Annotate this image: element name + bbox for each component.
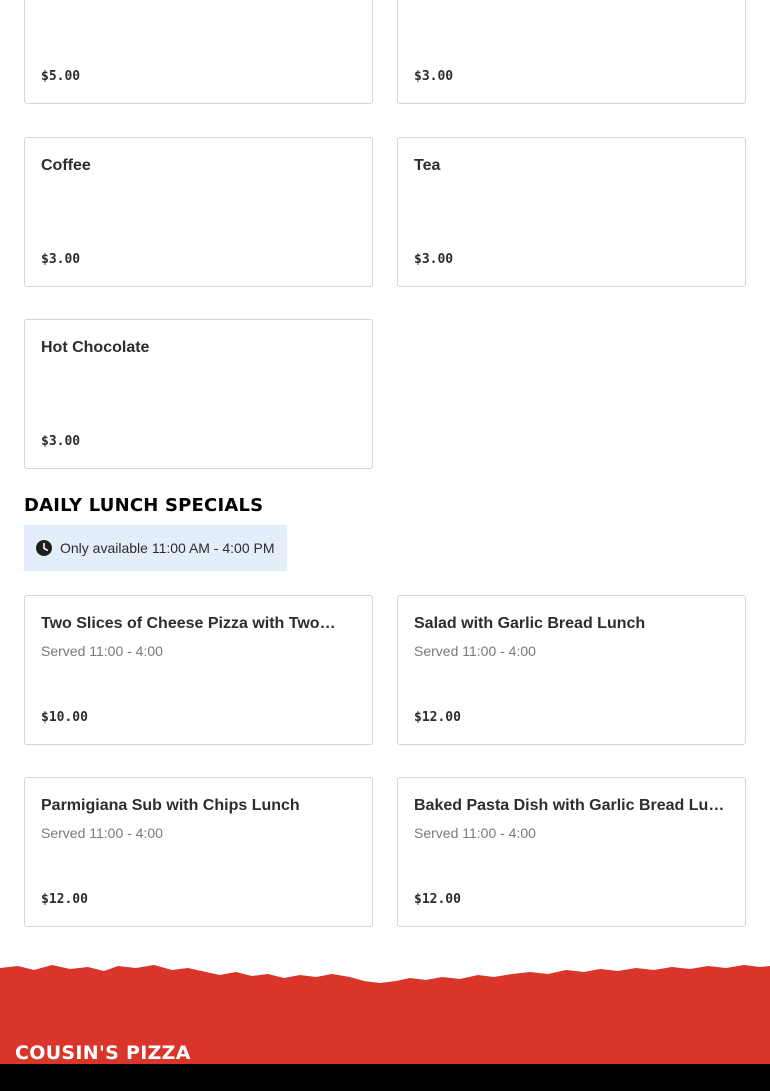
lunch-item-card[interactable]: Two Slices of Cheese Pizza with Two… Ser… <box>24 595 373 745</box>
menu-item-price: $12.00 <box>414 892 461 907</box>
availability-text: Only available 11:00 AM - 4:00 PM <box>60 540 275 556</box>
menu-item-price: $10.00 <box>41 710 88 725</box>
menu-item-card-hot-chocolate[interactable]: Hot Chocolate $3.00 <box>24 319 373 469</box>
footer-brand-name[interactable]: COUSIN'S PIZZA <box>15 1042 191 1064</box>
menu-item-name: Salad with Garlic Bread Lunch <box>414 615 646 632</box>
menu-item-card-tea[interactable]: Tea $3.00 <box>397 137 746 287</box>
menu-item-name: Baked Pasta Dish with Garlic Bread Lunch <box>414 797 732 814</box>
footer-bottom-bar <box>0 1064 770 1091</box>
lunch-item-card[interactable]: Baked Pasta Dish with Garlic Bread Lunch… <box>397 777 746 927</box>
clock-icon <box>36 540 52 556</box>
menu-item-price: $3.00 <box>41 252 81 267</box>
menu-item-name: Two Slices of Cheese Pizza with Two… <box>41 615 336 632</box>
section-title-lunch-specials: DAILY LUNCH SPECIALS <box>24 495 264 516</box>
menu-item-price: $3.00 <box>414 69 454 84</box>
menu-item-description: Served 11:00 - 4:00 <box>414 643 536 659</box>
menu-item-card[interactable]: $5.00 <box>24 0 373 104</box>
menu-item-price: $3.00 <box>414 252 454 267</box>
menu-item-price: $3.00 <box>41 434 81 449</box>
menu-item-price: $5.00 <box>41 69 81 84</box>
menu-item-price: $12.00 <box>41 892 88 907</box>
site-footer: COUSIN'S PIZZA <box>0 962 770 1091</box>
menu-item-description: Served 11:00 - 4:00 <box>414 825 536 841</box>
menu-item-card[interactable]: $3.00 <box>397 0 746 104</box>
menu-item-name: Tea <box>414 157 441 174</box>
menu-item-name: Coffee <box>41 157 91 174</box>
lunch-item-card[interactable]: Parmigiana Sub with Chips Lunch Served 1… <box>24 777 373 927</box>
availability-banner: Only available 11:00 AM - 4:00 PM <box>24 525 287 571</box>
menu-item-card-coffee[interactable]: Coffee $3.00 <box>24 137 373 287</box>
menu-item-name: Hot Chocolate <box>41 339 150 356</box>
menu-item-name: Parmigiana Sub with Chips Lunch <box>41 797 300 814</box>
lunch-item-card[interactable]: Salad with Garlic Bread Lunch Served 11:… <box>397 595 746 745</box>
menu-item-description: Served 11:00 - 4:00 <box>41 825 163 841</box>
menu-item-description: Served 11:00 - 4:00 <box>41 643 163 659</box>
menu-item-price: $12.00 <box>414 710 461 725</box>
